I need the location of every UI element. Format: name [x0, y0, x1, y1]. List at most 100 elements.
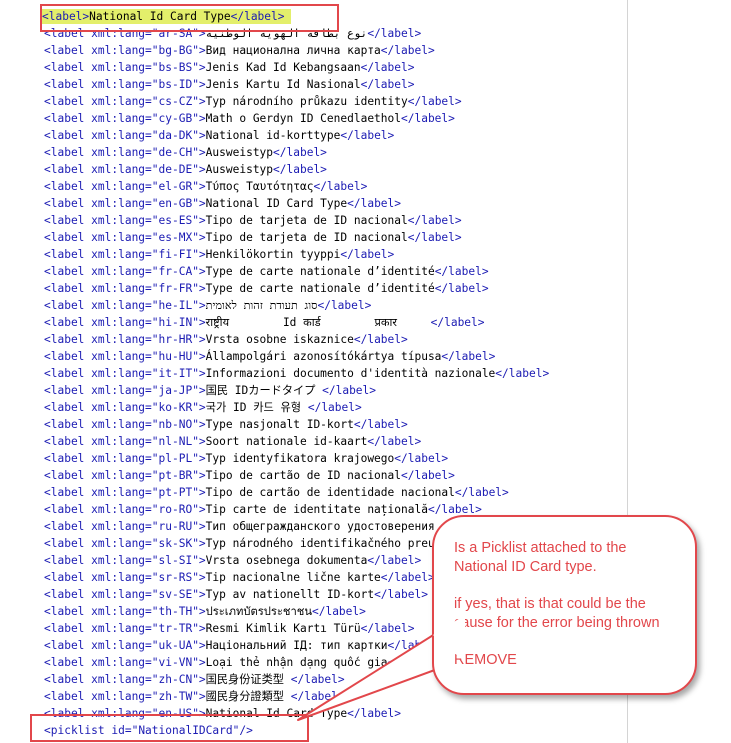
lang-attribute: xml:lang=: [91, 163, 152, 176]
label-text: Tipo de cartão de identidade nacional: [205, 486, 455, 499]
lang-attribute: xml:lang=: [91, 554, 152, 567]
xml-label-line: <label xml:lang="cs-CZ">Typ národního pr…: [44, 93, 462, 110]
xml-label-line: <label xml:lang="en-GB">National ID Card…: [44, 195, 401, 212]
lang-value: "sl-SI">: [151, 554, 206, 567]
label-text: Ausweistyp: [205, 146, 274, 159]
label-open-tag: <label: [44, 129, 92, 142]
lang-value: "nb-NO">: [151, 418, 206, 431]
lang-attribute: xml:lang=: [91, 503, 152, 516]
callout-explanation: if yes, that is that could be the cause …: [454, 596, 660, 631]
label-close-tag: </label>: [273, 163, 327, 176]
lang-attribute: xml:lang=: [91, 384, 152, 397]
lang-attribute: xml:lang=: [91, 95, 152, 108]
label-text: Vrsta osebnega dokumenta: [205, 554, 368, 567]
lang-value: "fr-CA">: [151, 265, 206, 278]
label-close-tag: </label>: [495, 367, 550, 380]
label-text: Національний ІД: тип картки: [205, 639, 388, 652]
xml-label-line: <label xml:lang="ro-RO">Tip carte de ide…: [44, 501, 482, 518]
label-close-tag: </label>: [353, 333, 408, 346]
xml-label-line: <label xml:lang="es-ES">Tipo de tarjeta …: [44, 212, 462, 229]
lang-value: "tr-TR">: [151, 622, 206, 635]
lang-attribute: xml:lang=: [91, 656, 152, 669]
lang-attribute: xml:lang=: [91, 537, 152, 550]
xml-label-line: <label xml:lang="fr-CA">Type de carte na…: [44, 263, 489, 280]
label-open-tag: <label: [44, 452, 92, 465]
label-text: Tipo de tarjeta de ID nacional: [205, 231, 408, 244]
lang-attribute: xml:lang=: [91, 299, 152, 312]
xml-label-line: <label xml:lang="he-IL">סוג תעודת זהות ל…: [44, 297, 371, 314]
label-text: 국가 ID 카드 유형: [205, 401, 308, 414]
lang-attribute: xml:lang=: [91, 622, 152, 635]
lang-value: "zh-TW">: [151, 690, 206, 703]
lang-value: "hu-HU">: [151, 350, 206, 363]
label-open-tag: <label: [44, 639, 92, 652]
label-open-tag: <label: [44, 350, 92, 363]
label-close-tag: </label>: [434, 265, 489, 278]
xml-label-line: <label xml:lang="pl-PL">Typ identyfikato…: [44, 450, 448, 467]
lang-attribute: xml:lang=: [91, 231, 152, 244]
label-text: 國民身分證類型: [205, 690, 291, 703]
label-text: Resmi Kimlik Kartı Türü: [205, 622, 361, 635]
label-text: Állampolgári azonosítókártya típusa: [205, 350, 442, 363]
lang-value: "vi-VN">: [151, 656, 206, 669]
lang-value: "fr-FR">: [151, 282, 206, 295]
label-text: Loại thẻ nhận dạng quốc gia: [205, 656, 388, 669]
lang-attribute: xml:lang=: [91, 673, 152, 686]
lang-value: "bs-ID">: [151, 78, 206, 91]
lang-value: "ro-RO">: [151, 503, 206, 516]
lang-attribute: xml:lang=: [91, 146, 152, 159]
label-open-tag: <label: [44, 503, 92, 516]
lang-attribute: xml:lang=: [91, 520, 152, 533]
label-text: Tipo de tarjeta de ID nacional: [205, 214, 408, 227]
lang-attribute: xml:lang=: [91, 316, 152, 329]
label-close-tag: </label>: [401, 112, 455, 125]
xml-editor[interactable]: <label>National Id Card Type</label> <la…: [0, 0, 731, 743]
label-open-tag: <label: [44, 486, 92, 499]
label-text: Type de carte nationale d’identité: [205, 282, 435, 295]
lang-value: "es-MX">: [151, 231, 206, 244]
label-open-tag: <label: [44, 316, 92, 329]
lang-attribute: xml:lang=: [91, 435, 152, 448]
lang-attribute: xml:lang=: [91, 588, 152, 601]
lang-value: "hr-HR">: [151, 333, 206, 346]
annotation-callout: Is a Picklist attached to the National I…: [432, 515, 697, 695]
label-text: Tipo de cartão de ID nacional: [205, 469, 401, 482]
label-open-tag: <label: [44, 231, 92, 244]
label-text: Henkilökortin tyyppi: [205, 248, 341, 261]
xml-label-line: <label xml:lang="it-IT">Informazioni doc…: [44, 365, 549, 382]
lang-attribute: xml:lang=: [91, 452, 152, 465]
label-text: Typ národného identifikačného preukazu: [205, 537, 462, 550]
lang-value: "fi-FI">: [151, 248, 206, 261]
label-text: Math o Gerdyn ID Cenedlaethol: [205, 112, 401, 125]
xml-label-line: <label xml:lang="fi-FI">Henkilökortin ty…: [44, 246, 394, 263]
label-close-tag: </label>: [347, 707, 402, 720]
xml-label-line: <label xml:lang="ko-KR">국가 ID 카드 유형 </la…: [44, 399, 362, 416]
label-text: ประเภทบัตรประชาชน: [205, 605, 312, 618]
lang-value: "ru-RU">: [151, 520, 206, 533]
lang-value: "sr-RS">: [151, 571, 206, 584]
label-text: סוג תעודת זהות לאומית: [205, 299, 318, 312]
lang-attribute: xml:lang=: [91, 61, 152, 74]
label-open-tag: <label: [44, 265, 92, 278]
label-open-tag: <label: [44, 605, 92, 618]
label-text: National ID Card Type: [205, 197, 348, 210]
label-text: Jenis Kad Id Kebangsaan: [205, 61, 361, 74]
lang-attribute: xml:lang=: [91, 44, 152, 57]
highlight-box-picklist: [30, 714, 309, 742]
xml-label-line: <label xml:lang="da-DK">National id-kort…: [44, 127, 394, 144]
lang-attribute: xml:lang=: [91, 180, 152, 193]
lang-attribute: xml:lang=: [91, 282, 152, 295]
label-close-tag: </label>: [434, 282, 489, 295]
xml-label-line: <label xml:lang="sr-RS">Tip nacionalne l…: [44, 569, 435, 586]
lang-value: "ja-JP">: [151, 384, 206, 397]
label-close-tag: </label>: [322, 384, 377, 397]
label-open-tag: <label: [44, 367, 92, 380]
lang-value: "en-GB">: [151, 197, 206, 210]
label-close-tag: </label>: [367, 435, 422, 448]
lang-attribute: xml:lang=: [91, 333, 152, 346]
label-open-tag: <label: [44, 571, 92, 584]
lang-attribute: xml:lang=: [91, 418, 152, 431]
xml-label-line: <label xml:lang="nb-NO">Type nasjonalt I…: [44, 416, 408, 433]
xml-label-line: <label xml:lang="pt-PT">Tipo de cartão d…: [44, 484, 509, 501]
lang-value: "zh-CN">: [151, 673, 206, 686]
